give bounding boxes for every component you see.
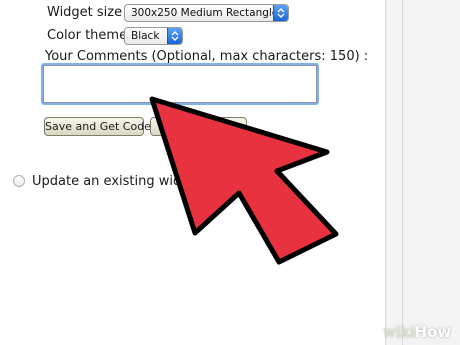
- wikihow-watermark: wikiHow: [383, 324, 451, 340]
- watermark-wiki: wiki: [383, 323, 415, 341]
- watermark-how: How: [414, 323, 452, 341]
- red-pointer-arrow-icon: [149, 96, 339, 265]
